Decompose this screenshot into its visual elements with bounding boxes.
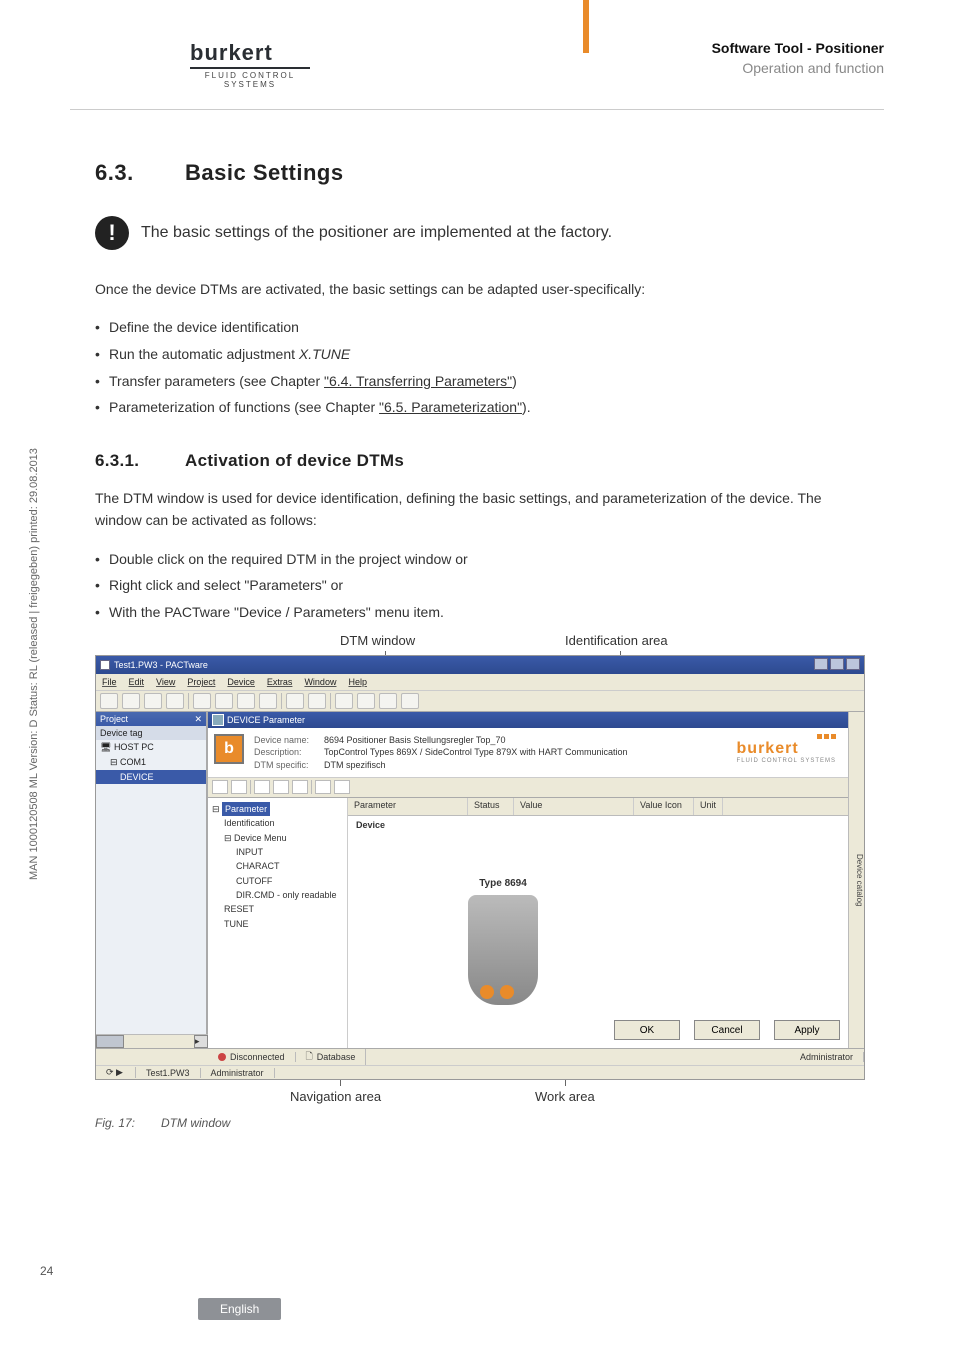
panel-header: Project✕ <box>96 712 206 726</box>
window-controls[interactable] <box>812 658 860 672</box>
apply-button[interactable]: Apply <box>774 1020 840 1040</box>
list-item: Parameterization of functions (see Chapt… <box>95 394 865 421</box>
tree-row[interactable]: 🖥 HOST PC <box>96 740 206 755</box>
project-panel[interactable]: Project✕ Device tag 🖥 HOST PC ⊟ COM1 DEV… <box>96 712 208 1048</box>
menu-help[interactable]: Help <box>348 677 367 687</box>
brand-logo: burkert FLUID CONTROL SYSTEMS <box>190 40 310 89</box>
dtm-titlebar[interactable]: DEVICE Parameter <box>208 712 848 728</box>
doc-subtitle: Operation and function <box>712 60 884 76</box>
note-icon: ! <box>95 216 129 250</box>
menu-edit[interactable]: Edit <box>129 677 145 687</box>
header-titles: Software Tool - Positioner Operation and… <box>712 40 884 76</box>
tree-node[interactable]: Identification <box>212 816 343 830</box>
statusbar-dtm: Disconnected 🗋 Database Administrator <box>96 1048 864 1065</box>
tree-node[interactable]: CUTOFF <box>212 874 343 888</box>
intro-paragraph: Once the device DTMs are activated, the … <box>95 278 865 300</box>
tree-node[interactable]: CHARACT <box>212 859 343 873</box>
callout-work-area: Work area <box>535 1089 595 1104</box>
menu-device[interactable]: Device <box>227 677 255 687</box>
product-image: Type 8694 <box>468 878 538 1005</box>
bullet-list: Double click on the required DTM in the … <box>95 546 865 626</box>
device-label: Device <box>356 820 385 830</box>
link-parameterization[interactable]: "6.5. Parameterization" <box>379 399 522 415</box>
tree-node[interactable]: INPUT <box>212 845 343 859</box>
device-icon: b <box>214 734 244 764</box>
callout-dtm-window: DTM window <box>340 633 415 648</box>
doc-title: Software Tool - Positioner <box>712 40 884 56</box>
list-item: Transfer parameters (see Chapter "6.4. T… <box>95 368 865 395</box>
link-transfer-params[interactable]: "6.4. Transferring Parameters" <box>324 373 512 389</box>
menubar[interactable]: File Edit View Project Device Extras Win… <box>96 674 864 690</box>
column-header: Device tag <box>96 726 206 740</box>
main-toolbar[interactable] <box>96 690 864 712</box>
close-icon <box>846 658 860 670</box>
note-text: The basic settings of the positioner are… <box>141 224 612 242</box>
dtm-toolbar[interactable] <box>208 778 848 798</box>
tree-node[interactable]: ⊟ Device Menu <box>212 831 343 845</box>
maximize-icon <box>830 658 844 670</box>
menu-window[interactable]: Window <box>304 677 336 687</box>
figure-caption: Fig. 17:DTM window <box>95 1116 865 1130</box>
horizontal-scrollbar[interactable]: ▸ <box>96 1034 208 1048</box>
callout-ident-area: Identification area <box>565 633 668 648</box>
menu-view[interactable]: View <box>156 677 175 687</box>
list-item: Double click on the required DTM in the … <box>95 546 865 573</box>
list-item: Right click and select "Parameters" or <box>95 572 865 599</box>
bullet-list: Define the device identification Run the… <box>95 314 865 420</box>
menu-file[interactable]: File <box>102 677 117 687</box>
list-item: Run the automatic adjustment X.TUNE <box>95 341 865 368</box>
tree-node[interactable]: DIR.CMD - only readable <box>212 888 343 902</box>
cancel-button[interactable]: Cancel <box>694 1020 760 1040</box>
side-metadata: MAN 1000120508 ML Version: D Status: RL … <box>28 448 40 880</box>
work-area: Parameter Status Value Value Icon Unit D… <box>348 798 848 1049</box>
database-icon: 🗋 <box>306 1049 313 1065</box>
tree-row-selected[interactable]: DEVICE <box>96 770 206 784</box>
navigation-tree[interactable]: ⊟ Parameter Identification ⊟ Device Menu… <box>208 798 348 1049</box>
dtm-window: DEVICE Parameter b Device name:8694 Posi… <box>208 712 848 1048</box>
menu-extras[interactable]: Extras <box>267 677 293 687</box>
subsection-heading: 6.3.1.Activation of device DTMs <box>95 451 865 471</box>
statusbar-app: ⟳ ▶ Test1.PW3 Administrator <box>96 1065 864 1079</box>
identification-area: b Device name:8694 Positioner Basis Stel… <box>208 728 848 777</box>
ok-button[interactable]: OK <box>614 1020 680 1040</box>
callout-nav-area: Navigation area <box>290 1089 381 1104</box>
subsection-paragraph: The DTM window is used for device identi… <box>95 487 865 532</box>
device-catalog-tab[interactable]: Device catalog <box>848 712 864 1048</box>
tree-node[interactable]: TUNE <box>212 917 343 931</box>
toolbar-button[interactable] <box>100 693 118 709</box>
work-header: Parameter Status Value Value Icon Unit <box>348 798 848 816</box>
tree-node[interactable]: RESET <box>212 902 343 916</box>
tree-node-selected[interactable]: Parameter <box>222 802 270 816</box>
menu-project[interactable]: Project <box>187 677 215 687</box>
brand-logo-small: burkert FLUID CONTROL SYSTEMS <box>737 734 836 770</box>
window-titlebar[interactable]: Test1.PW3 - PACTware <box>96 656 864 674</box>
tree-row[interactable]: ⊟ COM1 <box>96 755 206 770</box>
language-badge: English <box>198 1298 281 1320</box>
list-item: Define the device identification <box>95 314 865 341</box>
page-number: 24 <box>40 1264 53 1278</box>
screenshot-pactware: Test1.PW3 - PACTware File Edit View Proj… <box>95 655 865 1080</box>
accent-bar <box>583 0 589 53</box>
section-heading: 6.3.Basic Settings <box>95 160 865 186</box>
list-item: With the PACTware "Device / Parameters" … <box>95 599 865 626</box>
header-divider <box>70 109 884 110</box>
minimize-icon <box>814 658 828 670</box>
